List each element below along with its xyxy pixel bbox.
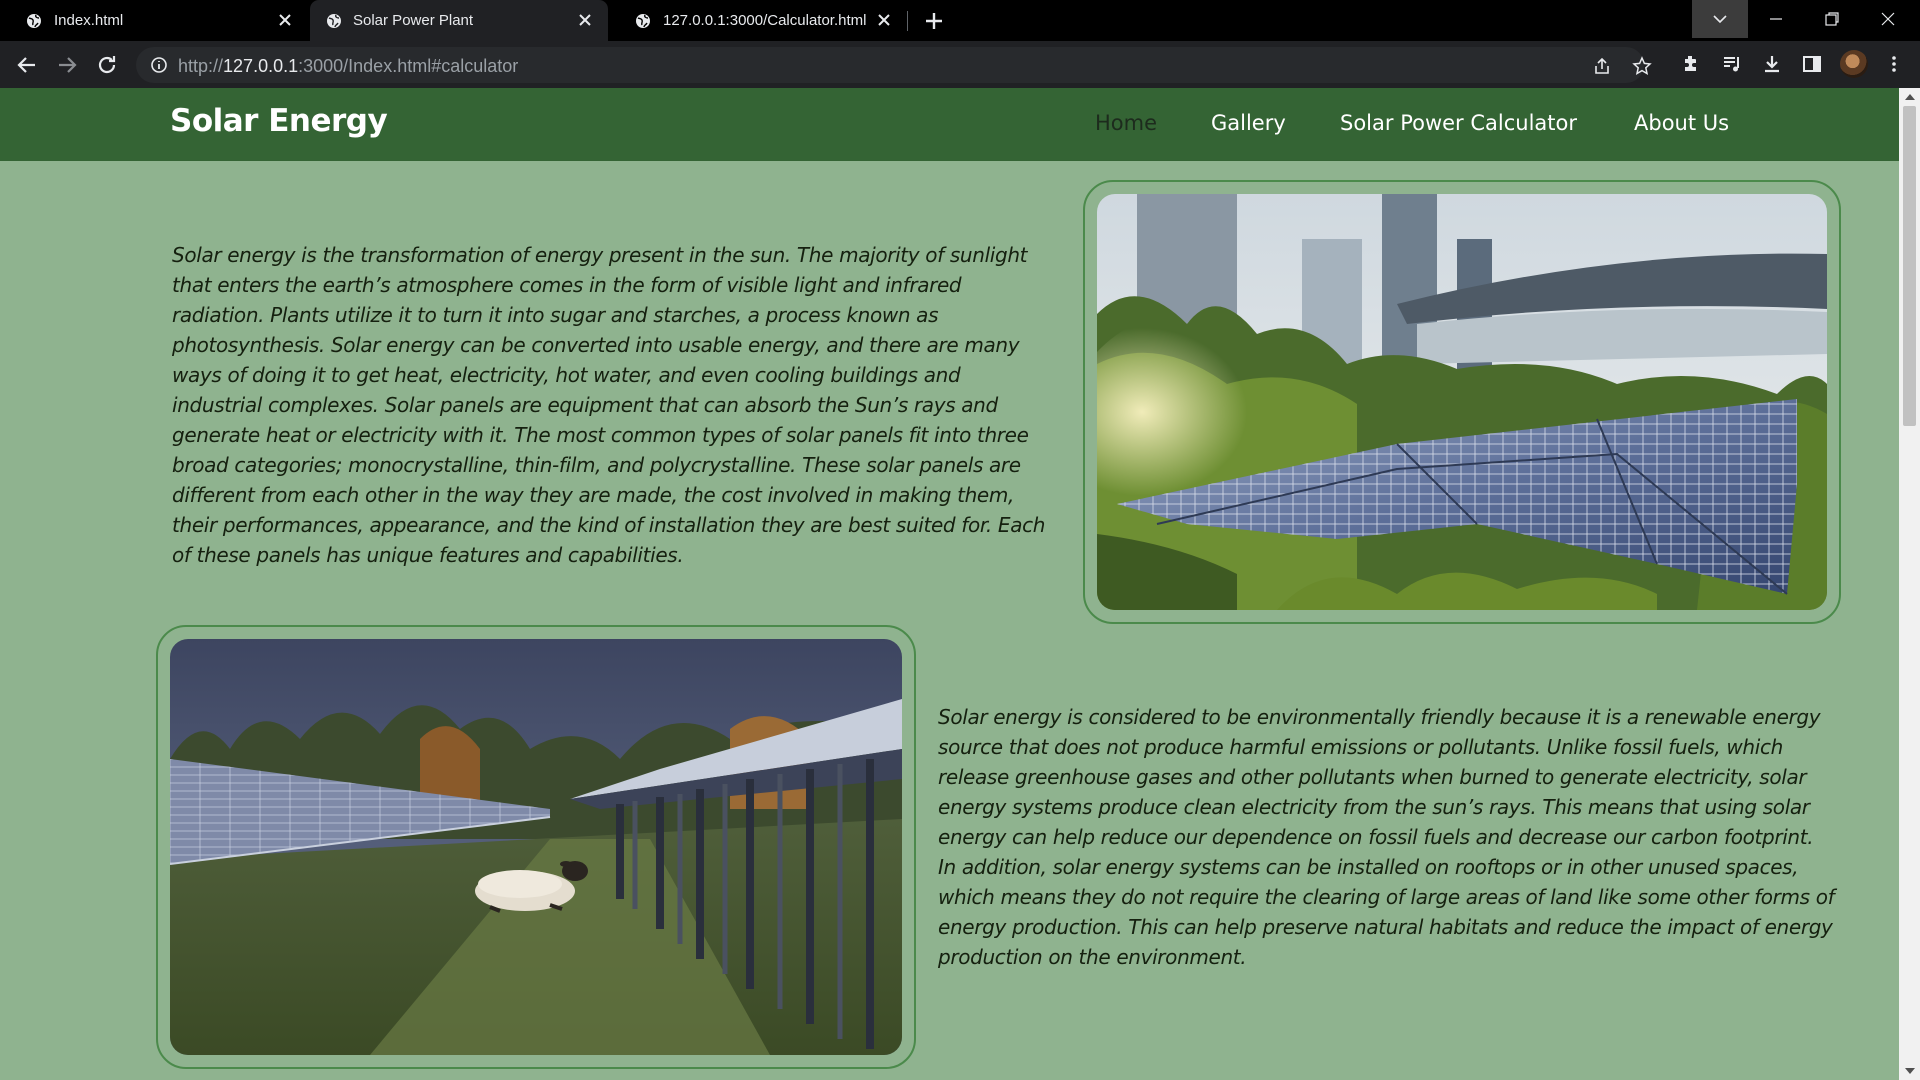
- forward-icon[interactable]: [54, 52, 80, 78]
- url-path: :3000/Index.html#calculator: [298, 56, 519, 76]
- download-icon[interactable]: [1761, 53, 1783, 75]
- section2-paragraph-2: In addition, solar energy systems can be…: [938, 855, 1835, 969]
- restore-button[interactable]: [1804, 0, 1860, 38]
- tab-title: 127.0.0.1:3000/Calculator.html: [663, 12, 867, 29]
- site-navbar: Solar Energy Home Gallery Solar Power Ca…: [0, 88, 1899, 161]
- share-icon[interactable]: [1592, 56, 1612, 76]
- section1-text: Solar energy is the transformation of en…: [172, 240, 1052, 570]
- minimize-button[interactable]: [1748, 0, 1804, 38]
- plus-icon[interactable]: [921, 8, 947, 34]
- url-scheme: http://: [178, 56, 224, 76]
- tab-separator: [907, 11, 908, 31]
- url-host: 127.0.0.1: [223, 56, 299, 76]
- section2-paragraph-1: Solar energy is considered to be environ…: [938, 705, 1821, 849]
- close-icon[interactable]: [875, 11, 893, 29]
- tab-search-button[interactable]: [1692, 0, 1748, 38]
- globe-icon: [327, 14, 341, 28]
- browser-toolbar: http://127.0.0.1:3000/Index.html#calcula…: [0, 41, 1920, 88]
- solar-park-image-frame: [1083, 180, 1841, 624]
- globe-icon: [636, 14, 650, 28]
- globe-icon: [27, 14, 41, 28]
- page-scrollbar[interactable]: [1899, 88, 1920, 1080]
- nav-home[interactable]: Home: [1095, 111, 1157, 135]
- reload-icon[interactable]: [94, 52, 120, 78]
- minimize-icon: [1770, 18, 1782, 20]
- menu-icon[interactable]: [1883, 53, 1905, 75]
- tab-solar-power-plant[interactable]: Solar Power Plant: [310, 0, 608, 41]
- sidepanel-icon[interactable]: [1801, 53, 1823, 75]
- close-window-button[interactable]: [1860, 0, 1916, 38]
- url-text[interactable]: http://127.0.0.1:3000/Index.html#calcula…: [178, 56, 518, 77]
- extensions-icon[interactable]: [1680, 53, 1702, 75]
- media-icon[interactable]: [1721, 53, 1743, 75]
- site-brand[interactable]: Solar Energy: [170, 103, 388, 139]
- chevron-down-icon: [1713, 15, 1727, 24]
- close-icon[interactable]: [276, 11, 294, 29]
- scroll-up-arrow[interactable]: [1905, 94, 1915, 100]
- star-icon[interactable]: [1632, 56, 1652, 76]
- address-bar[interactable]: http://127.0.0.1:3000/Index.html#calcula…: [136, 47, 1644, 83]
- scroll-down-arrow[interactable]: [1905, 1068, 1915, 1074]
- nav-about-us[interactable]: About Us: [1634, 111, 1729, 135]
- nav-gallery[interactable]: Gallery: [1211, 111, 1286, 135]
- tab-strip: Index.html Solar Power Plant 127.0.0.1:3…: [0, 0, 1920, 41]
- tab-calculator[interactable]: 127.0.0.1:3000/Calculator.html: [609, 0, 907, 41]
- scrollbar-thumb[interactable]: [1903, 106, 1916, 426]
- close-icon: [1881, 12, 1895, 26]
- back-icon[interactable]: [14, 52, 40, 78]
- restore-icon: [1825, 12, 1839, 26]
- sheep-solar-farm-image-frame: [156, 625, 916, 1069]
- section1-paragraph: Solar energy is the transformation of en…: [172, 243, 1046, 567]
- section2-text: Solar energy is considered to be environ…: [938, 702, 1843, 972]
- sheep-solar-farm-image: [170, 639, 902, 1055]
- nav-solar-power-calculator[interactable]: Solar Power Calculator: [1340, 111, 1577, 135]
- page-viewport: Solar Energy Home Gallery Solar Power Ca…: [0, 88, 1899, 1080]
- solar-park-image: [1097, 194, 1827, 610]
- info-icon[interactable]: [150, 56, 168, 74]
- tab-index[interactable]: Index.html: [0, 0, 308, 41]
- tab-title: Solar Power Plant: [353, 12, 474, 29]
- close-icon[interactable]: [576, 11, 594, 29]
- tab-title: Index.html: [54, 12, 124, 29]
- avatar[interactable]: [1840, 50, 1868, 78]
